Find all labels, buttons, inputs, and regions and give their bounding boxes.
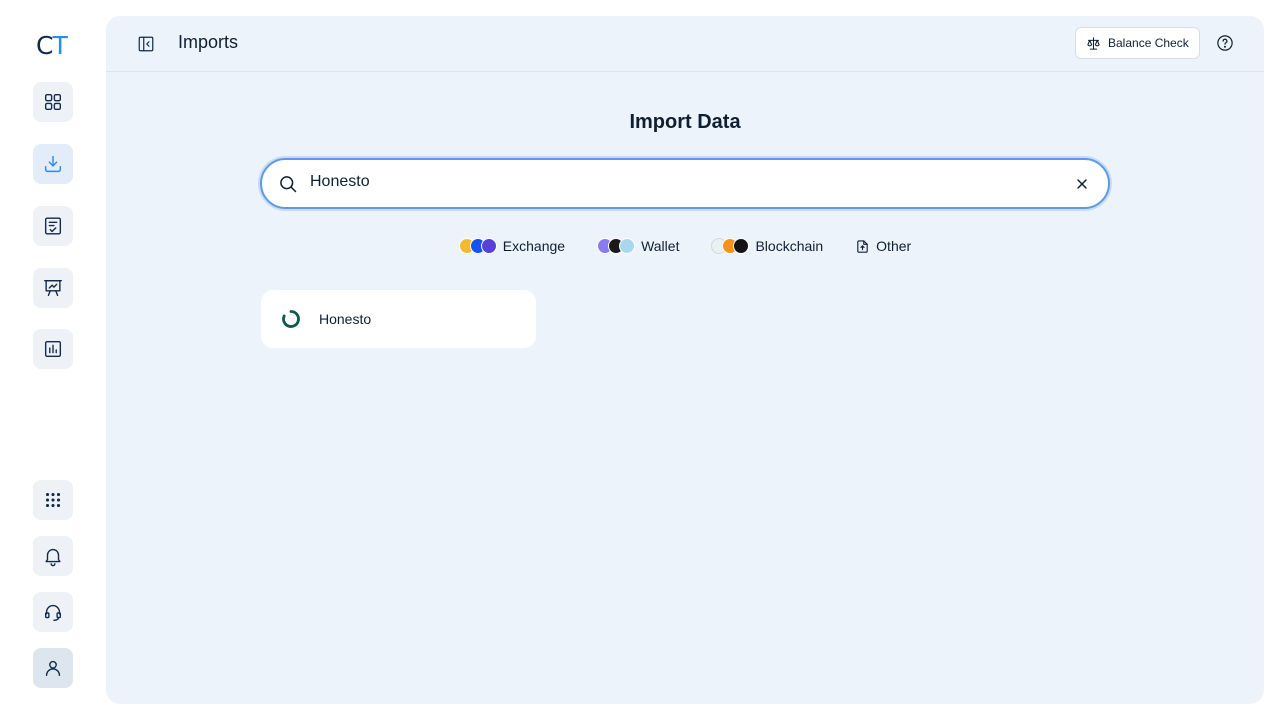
logo-letter-t: T bbox=[52, 31, 67, 60]
balance-check-label: Balance Check bbox=[1108, 36, 1189, 50]
filter-blockchain-label: Blockchain bbox=[755, 238, 824, 254]
wallet-logos-icon bbox=[597, 238, 636, 254]
checklist-icon bbox=[44, 217, 62, 235]
app-logo[interactable]: CT bbox=[36, 31, 68, 60]
clear-search-icon[interactable] bbox=[1074, 176, 1090, 192]
nav-profile-button[interactable] bbox=[33, 648, 73, 688]
search-input[interactable]: Honesto bbox=[310, 173, 370, 191]
page-title: Imports bbox=[178, 32, 239, 52]
category-filters: Exchange Wallet Blockchain Other bbox=[106, 232, 1264, 260]
main-panel: Imports Balance Check Import Data Honest… bbox=[106, 16, 1264, 704]
filter-blockchain[interactable]: Blockchain bbox=[701, 232, 833, 260]
filter-exchange-label: Exchange bbox=[502, 238, 566, 254]
search-icon bbox=[280, 176, 297, 193]
logo-letter-c: C bbox=[36, 31, 53, 60]
sidebar-collapse-icon[interactable] bbox=[137, 35, 155, 53]
presentation-icon bbox=[44, 279, 62, 297]
blockchain-logos-icon bbox=[711, 238, 750, 254]
nav-support-button[interactable] bbox=[33, 592, 73, 632]
dots-grid-icon bbox=[45, 492, 61, 508]
filter-other-label: Other bbox=[876, 238, 912, 254]
result-card-honesto[interactable]: Honesto bbox=[261, 290, 536, 348]
honesto-logo-icon bbox=[282, 310, 300, 328]
result-name: Honesto bbox=[319, 311, 372, 327]
filter-wallet[interactable]: Wallet bbox=[587, 232, 689, 260]
file-upload-icon bbox=[857, 239, 868, 253]
nav-analytics-button[interactable] bbox=[33, 329, 73, 369]
search-box[interactable]: Honesto bbox=[260, 158, 1110, 209]
nav-imports-button[interactable] bbox=[33, 144, 73, 184]
scale-icon bbox=[1087, 36, 1100, 50]
headset-icon bbox=[44, 604, 62, 621]
nav-notifications-button[interactable] bbox=[33, 536, 73, 576]
top-bar: Imports Balance Check bbox=[106, 16, 1264, 72]
nav-review-button[interactable] bbox=[33, 206, 73, 246]
nav-reports-button[interactable] bbox=[33, 268, 73, 308]
exchange-logos-icon bbox=[458, 238, 497, 254]
bar-chart-icon bbox=[44, 340, 62, 358]
nav-apps-button[interactable] bbox=[33, 480, 73, 520]
nav-dashboard-button[interactable] bbox=[33, 82, 73, 122]
filter-exchange[interactable]: Exchange bbox=[449, 232, 575, 260]
bell-icon bbox=[45, 548, 61, 567]
sidebar: CT bbox=[0, 0, 106, 720]
help-icon[interactable] bbox=[1216, 34, 1234, 52]
import-data-heading: Import Data bbox=[629, 111, 741, 133]
filter-wallet-label: Wallet bbox=[641, 238, 680, 254]
filter-other[interactable]: Other bbox=[845, 232, 921, 260]
download-icon bbox=[44, 155, 62, 173]
user-icon bbox=[45, 660, 61, 677]
balance-check-button[interactable]: Balance Check bbox=[1075, 27, 1200, 59]
grid-icon bbox=[44, 93, 62, 111]
